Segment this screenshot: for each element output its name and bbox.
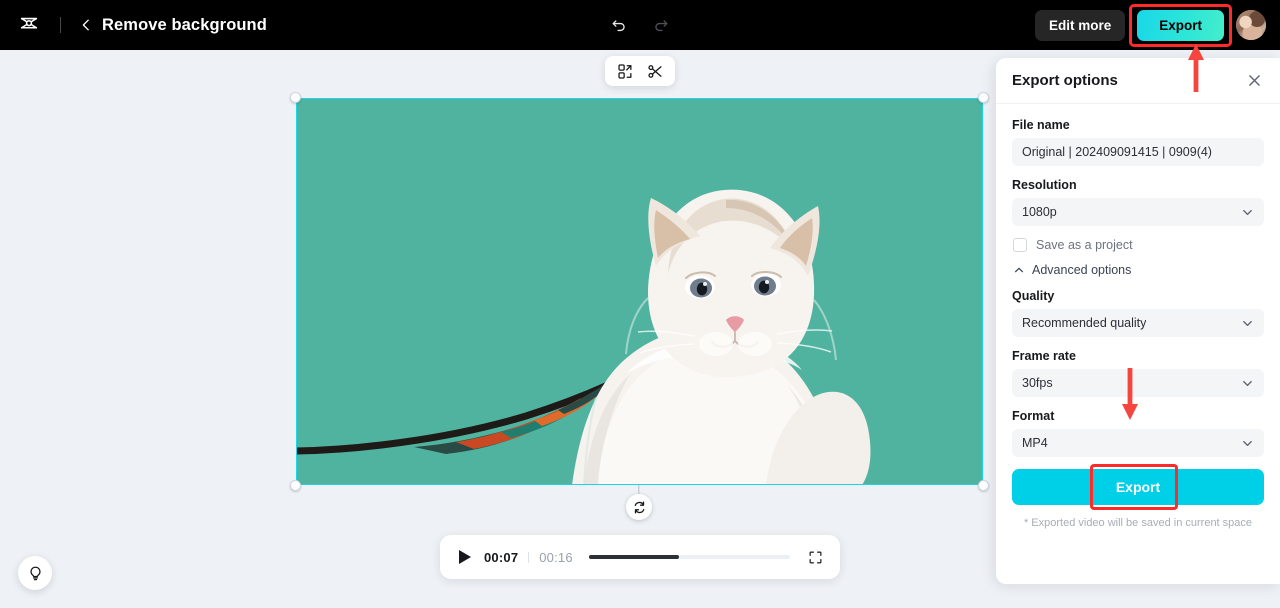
- format-select[interactable]: MP4: [1012, 429, 1264, 457]
- save-as-project-label: Save as a project: [1036, 238, 1133, 252]
- advanced-options-label: Advanced options: [1032, 263, 1132, 277]
- resize-handle-bottom-right[interactable]: [978, 480, 989, 491]
- quality-label: Quality: [1012, 289, 1055, 303]
- framerate-select[interactable]: 30fps: [1012, 369, 1264, 397]
- advanced-options-toggle[interactable]: Advanced options: [1013, 263, 1264, 277]
- header-left-group: Remove background: [0, 0, 267, 50]
- resolution-select[interactable]: 1080p: [1012, 198, 1264, 226]
- edit-more-button[interactable]: Edit more: [1034, 9, 1126, 41]
- resize-handle-bottom-left[interactable]: [290, 480, 301, 491]
- rotate-icon[interactable]: [626, 494, 652, 520]
- time-separator: [528, 551, 530, 563]
- panel-export-wrap: Export: [1012, 464, 1264, 510]
- format-value: MP4: [1022, 436, 1048, 450]
- lightbulb-icon[interactable]: [18, 556, 52, 590]
- cat-image: [296, 189, 871, 485]
- avatar[interactable]: [1236, 10, 1266, 40]
- chevron-down-icon: [1241, 377, 1254, 390]
- cutout-icon[interactable]: [615, 61, 635, 81]
- save-as-project-checkbox[interactable]: Save as a project: [1013, 238, 1264, 252]
- header-export-button[interactable]: Export: [1137, 9, 1224, 41]
- header-divider: [60, 17, 61, 33]
- total-time: 00:16: [539, 549, 573, 565]
- editor-workspace: 00:07 00:16: [0, 50, 996, 608]
- format-label: Format: [1012, 409, 1055, 423]
- play-icon[interactable]: [456, 548, 474, 566]
- progress-track[interactable]: [588, 555, 790, 559]
- video-canvas[interactable]: [290, 92, 989, 491]
- resize-handle-top-right[interactable]: [978, 92, 989, 103]
- progress-fill: [588, 555, 680, 559]
- panel-export-button[interactable]: Export: [1012, 469, 1264, 505]
- close-icon[interactable]: [1244, 71, 1264, 91]
- quality-select[interactable]: Recommended quality: [1012, 309, 1264, 337]
- scissors-icon[interactable]: [645, 61, 665, 81]
- framerate-value: 30fps: [1022, 376, 1053, 390]
- framerate-label: Frame rate: [1012, 349, 1076, 363]
- filename-value: Original | 202409091415 | 0909(4): [1022, 145, 1212, 159]
- export-note: * Exported video will be saved in curren…: [1023, 517, 1253, 529]
- app-header: Remove background Edit more Export: [0, 0, 1280, 50]
- video-frame: [296, 98, 983, 485]
- player-controls: 00:07 00:16: [440, 535, 840, 579]
- panel-header: Export options: [996, 58, 1280, 104]
- chevron-down-icon: [1241, 206, 1254, 219]
- quality-value: Recommended quality: [1022, 316, 1147, 330]
- undo-icon[interactable]: [605, 11, 633, 39]
- filename-input[interactable]: Original | 202409091415 | 0909(4): [1012, 138, 1264, 166]
- checkbox-box: [1013, 238, 1027, 252]
- chevron-down-icon: [1241, 437, 1254, 450]
- header-right-group: Edit more Export: [1034, 0, 1266, 50]
- panel-title: Export options: [1012, 72, 1118, 89]
- chevron-down-icon: [1241, 317, 1254, 330]
- resolution-label: Resolution: [1012, 178, 1077, 192]
- canvas-toolbar: [605, 56, 675, 86]
- current-time: 00:07: [484, 549, 519, 565]
- chevron-up-icon: [1013, 264, 1025, 276]
- redo-icon[interactable]: [647, 11, 675, 39]
- chevron-left-icon[interactable]: [75, 10, 97, 40]
- filename-label: File name: [1012, 118, 1070, 132]
- export-options-panel: Export options File name Original | 2024…: [996, 58, 1280, 584]
- resize-handle-top-left[interactable]: [290, 92, 301, 103]
- resolution-value: 1080p: [1022, 205, 1057, 219]
- panel-body: File name Original | 202409091415 | 0909…: [996, 104, 1280, 530]
- page-title: Remove background: [102, 15, 267, 34]
- fullscreen-icon[interactable]: [806, 548, 824, 566]
- header-export-wrap: Export: [1129, 3, 1232, 47]
- capcut-logo-icon[interactable]: [14, 10, 44, 40]
